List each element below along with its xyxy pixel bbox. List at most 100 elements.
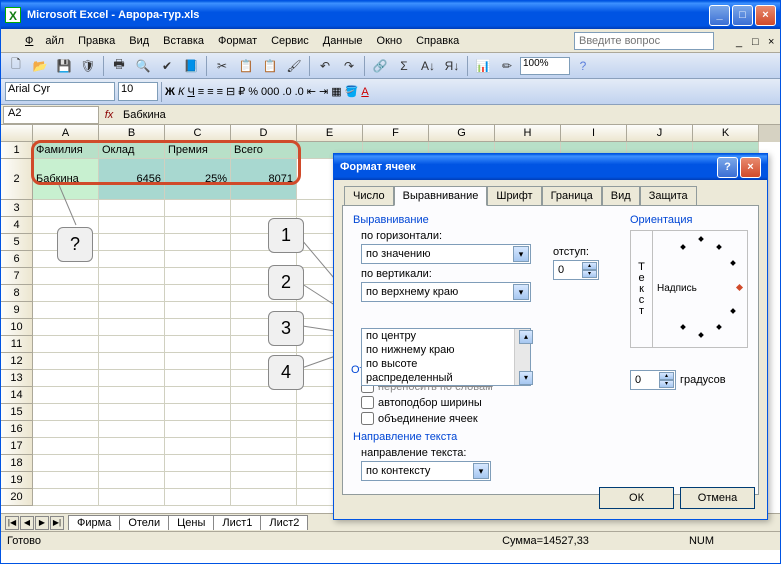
chevron-down-icon[interactable]: ▾ — [659, 380, 674, 388]
col-header[interactable]: K — [693, 125, 759, 142]
help-question-box[interactable] — [568, 30, 720, 52]
open-icon[interactable]: 📂 — [29, 55, 51, 77]
row-header[interactable]: 10 — [1, 319, 33, 336]
menu-insert[interactable]: Вставка — [157, 33, 210, 49]
hyperlink-icon[interactable]: 🔗 — [369, 55, 391, 77]
row-header[interactable]: 4 — [1, 217, 33, 234]
permission-icon[interactable]: 🛡 — [77, 55, 99, 77]
cell[interactable]: Фамилия — [33, 142, 99, 159]
cell[interactable]: 6456 — [99, 159, 165, 200]
row-header[interactable]: 17 — [1, 438, 33, 455]
cell[interactable] — [165, 353, 231, 370]
indent-inc-icon[interactable]: ⇥ — [319, 85, 328, 98]
chevron-down-icon[interactable]: ▾ — [473, 463, 489, 479]
close-button[interactable]: × — [755, 5, 776, 26]
cell[interactable] — [165, 302, 231, 319]
cell[interactable]: Бабкина — [33, 159, 99, 200]
sort-desc-icon[interactable]: Я↓ — [441, 55, 463, 77]
dropdown-option[interactable]: по нижнему краю — [362, 343, 530, 357]
row-header[interactable]: 3 — [1, 200, 33, 217]
cut-icon[interactable]: ✂ — [211, 55, 233, 77]
cell[interactable] — [99, 268, 165, 285]
help-question-input[interactable] — [574, 32, 714, 50]
row-header[interactable]: 15 — [1, 404, 33, 421]
cell[interactable] — [165, 404, 231, 421]
cell[interactable] — [99, 387, 165, 404]
merge-icon[interactable]: ⊟ — [226, 85, 235, 98]
align-right-icon[interactable]: ≡ — [217, 86, 223, 98]
cell[interactable] — [231, 438, 297, 455]
redo-icon[interactable]: ↷ — [338, 55, 360, 77]
row-header[interactable]: 20 — [1, 489, 33, 506]
orientation-vertical-text[interactable]: Текст — [631, 231, 653, 347]
research-icon[interactable]: 📘 — [180, 55, 202, 77]
cell[interactable] — [33, 200, 99, 217]
cell[interactable] — [165, 387, 231, 404]
cell[interactable] — [165, 217, 231, 234]
chevron-down-icon[interactable]: ▾ — [513, 246, 529, 262]
spin-degrees[interactable]: 0▴▾ — [630, 370, 676, 390]
cell[interactable] — [99, 251, 165, 268]
combo-direction[interactable]: по контексту▾ — [361, 461, 491, 481]
dropdown-option[interactable]: по центру — [362, 329, 530, 343]
formula-value[interactable]: Бабкина — [119, 109, 780, 121]
col-header[interactable]: D — [231, 125, 297, 142]
sheet-tab[interactable]: Фирма — [68, 515, 120, 530]
cell[interactable] — [33, 472, 99, 489]
row-header[interactable]: 13 — [1, 370, 33, 387]
print-icon[interactable]: 🖶 — [108, 55, 130, 77]
italic-icon[interactable]: К — [178, 86, 184, 98]
row-header[interactable]: 7 — [1, 268, 33, 285]
cell[interactable] — [99, 353, 165, 370]
cell[interactable] — [99, 438, 165, 455]
row-header[interactable]: 1 — [1, 142, 33, 159]
chevron-up-icon[interactable]: ▴ — [519, 330, 533, 344]
col-header[interactable]: G — [429, 125, 495, 142]
tab-nav-next-icon[interactable]: ▶ — [35, 516, 49, 530]
dialog-close-button[interactable]: × — [740, 157, 761, 178]
comma-icon[interactable]: 000 — [261, 86, 279, 98]
cell[interactable] — [165, 472, 231, 489]
copy-icon[interactable]: 📋 — [235, 55, 257, 77]
help-icon[interactable]: ? — [572, 55, 594, 77]
cell[interactable] — [99, 404, 165, 421]
chevron-down-icon[interactable]: ▾ — [513, 284, 529, 300]
row-header[interactable]: 6 — [1, 251, 33, 268]
percent-icon[interactable]: % — [248, 86, 258, 98]
cell[interactable] — [231, 472, 297, 489]
align-center-icon[interactable]: ≡ — [207, 86, 213, 98]
cell[interactable] — [165, 285, 231, 302]
menu-edit[interactable]: Правка — [72, 33, 121, 49]
tab-patterns[interactable]: Вид — [602, 186, 640, 205]
cell[interactable] — [99, 302, 165, 319]
mdi-close-button[interactable]: × — [762, 34, 776, 48]
fx-icon[interactable]: fx — [99, 109, 119, 121]
cell[interactable] — [99, 285, 165, 302]
drawing-icon[interactable]: ✏ — [496, 55, 518, 77]
menu-window[interactable]: Окно — [371, 33, 409, 49]
dropdown-option[interactable]: по высоте — [362, 357, 530, 371]
row-header[interactable]: 8 — [1, 285, 33, 302]
mdi-restore-button[interactable]: □ — [746, 34, 760, 48]
row-header[interactable]: 18 — [1, 455, 33, 472]
cell[interactable] — [99, 489, 165, 506]
undo-icon[interactable]: ↶ — [314, 55, 336, 77]
row-header[interactable]: 14 — [1, 387, 33, 404]
cell[interactable] — [165, 421, 231, 438]
checkbox-merge[interactable] — [361, 412, 374, 425]
row-header[interactable]: 16 — [1, 421, 33, 438]
chevron-up-icon[interactable]: ▴ — [582, 262, 597, 270]
cell[interactable] — [99, 319, 165, 336]
cell[interactable] — [165, 489, 231, 506]
cell[interactable] — [165, 336, 231, 353]
tab-number[interactable]: Число — [344, 186, 394, 205]
tab-alignment[interactable]: Выравнивание — [394, 186, 488, 206]
cell[interactable] — [165, 455, 231, 472]
row-header[interactable]: 12 — [1, 353, 33, 370]
cell[interactable] — [33, 455, 99, 472]
sheet-tab[interactable]: Отели — [119, 515, 169, 530]
print-preview-icon[interactable]: 🔍 — [132, 55, 154, 77]
cell[interactable] — [99, 421, 165, 438]
cell[interactable] — [33, 387, 99, 404]
checkbox-shrink[interactable] — [361, 396, 374, 409]
